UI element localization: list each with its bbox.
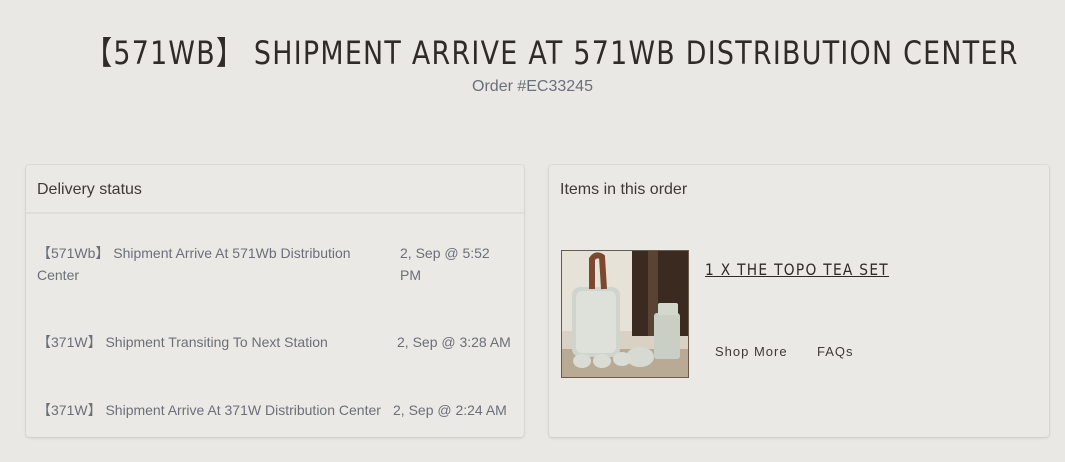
- delivery-status-heading: Delivery status: [26, 165, 524, 214]
- tea-set-photo[interactable]: [561, 250, 689, 378]
- order-status-page: 【571WB】 SHIPMENT ARRIVE AT 571WB DISTRIB…: [0, 0, 1065, 462]
- delivery-event-date: 2, Sep @ 5:52 PM: [400, 245, 490, 283]
- delivery-status-card: Delivery status 【571Wb】 Shipment Arrive …: [26, 165, 524, 437]
- order-items-heading: Items in this order: [560, 181, 688, 198]
- shop-more-link[interactable]: Shop More: [715, 344, 788, 359]
- tea-set-photo-svg: [562, 251, 688, 377]
- delivery-event-description: 【371W】 Shipment Arrive At 371W Distribut…: [37, 402, 381, 418]
- product-title-link[interactable]: 1 X THE TOPO TEA SET: [705, 260, 889, 279]
- delivery-event-date: 2, Sep @ 3:28 AM: [397, 334, 511, 350]
- delivery-event-description: 【571Wb】 Shipment Arrive At 571Wb Distrib…: [37, 245, 351, 283]
- page-title: 【571WB】 SHIPMENT ARRIVE AT 571WB DISTRIB…: [85, 34, 1019, 72]
- order-number: Order #EC33245: [472, 78, 593, 95]
- delivery-event-date: 2, Sep @ 2:24 AM: [393, 402, 507, 418]
- delivery-event-description: 【371W】 Shipment Transiting To Next Stati…: [37, 334, 328, 350]
- faqs-link[interactable]: FAQs: [817, 344, 854, 359]
- order-items-card: Items in this order 1 X THE TOPO TEA SET: [549, 165, 1049, 437]
